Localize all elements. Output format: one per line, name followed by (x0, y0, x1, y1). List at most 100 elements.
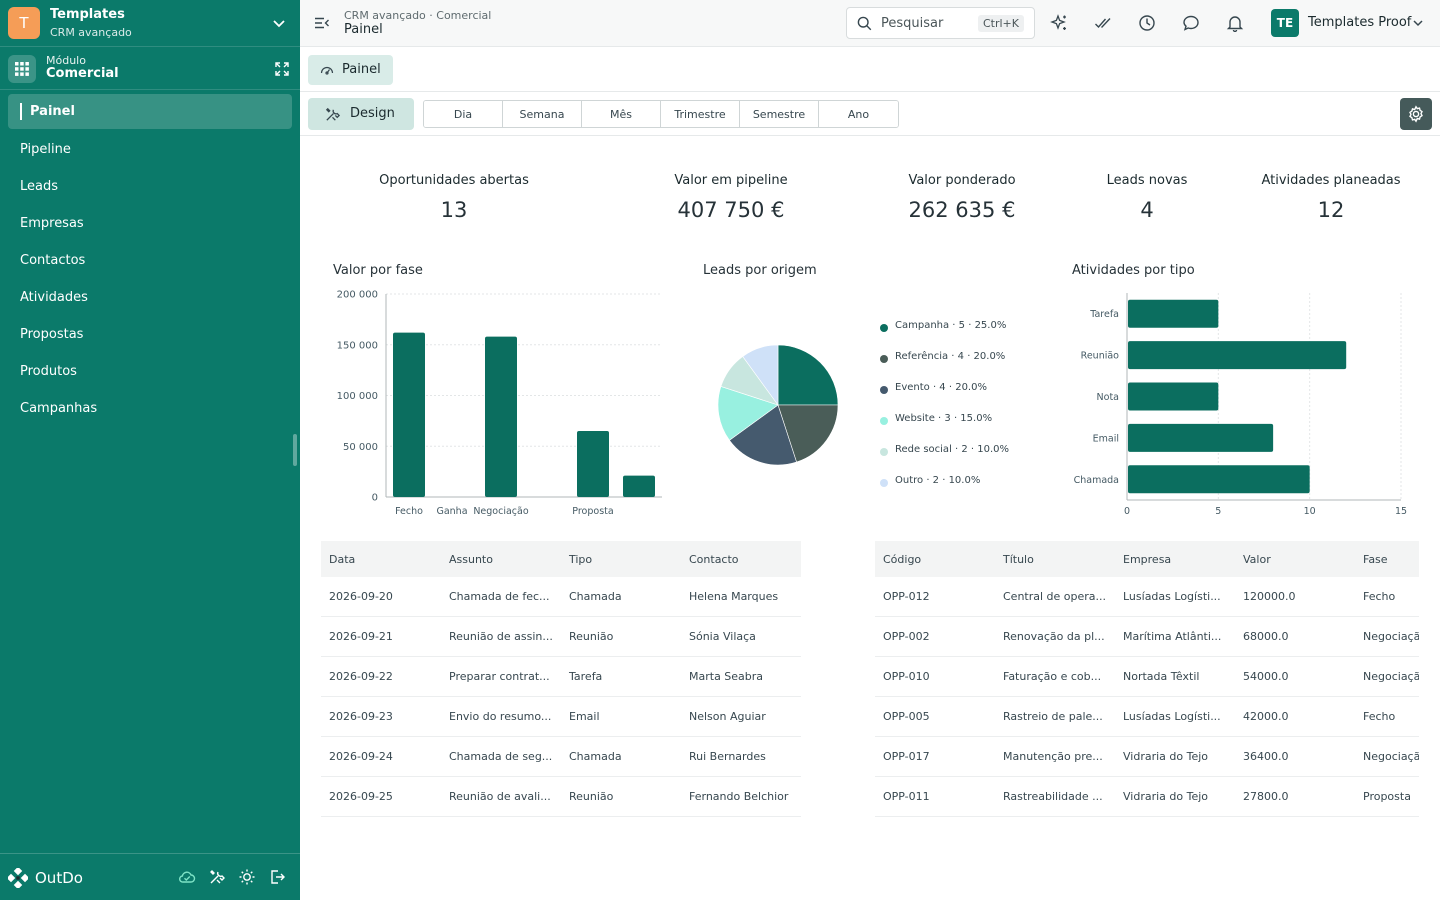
chat-icon[interactable] (1182, 14, 1200, 32)
legend-item: Evento · 4 · 20.0% (880, 382, 1009, 413)
gear-icon (1409, 105, 1423, 123)
period-semana[interactable]: Semana (503, 101, 582, 127)
module-selector[interactable]: Módulo Comercial (0, 48, 300, 90)
table-row[interactable]: OPP-012 Central de opera... Lusíadas Logís… (875, 577, 1419, 617)
bell-icon[interactable] (1226, 14, 1244, 33)
table-row[interactable]: 2026-09-25 Reunião de avali... Reunião Fern… (321, 777, 801, 817)
table-row[interactable]: OPP-010 Faturação e cob... Nortada Têxtil 5… (875, 657, 1419, 697)
sidebar-item-propostas[interactable]: Propostas (8, 316, 292, 353)
page-title: Painel (344, 22, 383, 37)
kpi-label: Oportunidades abertas (379, 173, 529, 188)
sidebar-item-label: Contactos (20, 253, 86, 268)
table-row[interactable]: OPP-005 Rastreio de pale... Lusíadas Logís… (875, 697, 1419, 737)
table-cell: Proposta (1363, 790, 1411, 803)
table-cell: 2026-09-22 (329, 670, 393, 683)
tools-icon[interactable] (208, 868, 226, 886)
sidebar-item-painel[interactable]: Painel (8, 94, 292, 129)
x-tick-label: Fecho (395, 506, 423, 517)
period-semestre[interactable]: Semestre (740, 101, 819, 127)
period-dia[interactable]: Dia (424, 101, 503, 127)
sidebar-item-produtos[interactable]: Produtos (8, 353, 292, 390)
period-mes[interactable]: Mês (582, 101, 661, 127)
sidebar-item-empresas[interactable]: Empresas (8, 205, 292, 242)
column-header[interactable]: Código (875, 541, 995, 577)
table-row[interactable]: OPP-011 Rastreabilidade ... Vidraria do Te… (875, 777, 1419, 817)
bar (1128, 465, 1310, 494)
column-header[interactable]: Assunto (441, 541, 561, 577)
sidebar-item-pipeline[interactable]: Pipeline (8, 131, 292, 168)
sparkles-icon[interactable] (1050, 14, 1068, 32)
column-header[interactable]: Empresa (1115, 541, 1235, 577)
double-check-icon[interactable] (1094, 14, 1112, 32)
table-cell: Fernando Belchior (689, 790, 789, 803)
menu-collapse-icon[interactable] (314, 15, 330, 31)
table-cell: 42000.0 (1243, 710, 1289, 723)
dashboard-icon (320, 66, 334, 75)
y-tick-label: 150 000 (337, 340, 378, 351)
table-cell: 2026-09-21 (329, 630, 393, 643)
legend-swatch (880, 324, 888, 332)
chevron-down-icon (1413, 20, 1423, 27)
kpi-value: 12 (1317, 198, 1345, 222)
x-tick-label: 10 (1304, 506, 1316, 517)
workspace-badge: T (8, 7, 40, 39)
column-header[interactable]: Contacto (681, 541, 801, 577)
avatar: TE (1271, 9, 1299, 37)
sidebar-item-atividades[interactable]: Atividades (8, 279, 292, 316)
table-cell: Faturação e cob... (1003, 670, 1102, 683)
table-row[interactable]: 2026-09-21 Reunião de assin... Reunião Sóni… (321, 617, 801, 657)
table-row[interactable]: OPP-002 Renovação da pl... Marítima Atlânt… (875, 617, 1419, 657)
table-cell: Envio do resumo... (449, 710, 552, 723)
breadcrumb: CRM avançado · Comercial (344, 9, 492, 22)
table-cell: 68000.0 (1243, 630, 1289, 643)
clock-icon[interactable] (1138, 14, 1156, 32)
column-header[interactable]: Tipo (561, 541, 681, 577)
table-row[interactable]: 2026-09-22 Preparar contrat... Tarefa Marta… (321, 657, 801, 697)
sun-icon[interactable] (238, 868, 256, 886)
sidebar-item-campanhas[interactable]: Campanhas (8, 390, 292, 427)
table-row[interactable]: OPP-017 Manutenção pre... Vidraria do Tejo… (875, 737, 1419, 777)
table-header: Código Título Empresa Valor Fase (875, 541, 1419, 577)
table-cell: Reunião (569, 790, 614, 803)
sidebar-item-label: Atividades (20, 290, 88, 305)
logout-icon[interactable] (268, 868, 286, 886)
legend-swatch (880, 448, 888, 456)
table-cell: 2026-09-20 (329, 590, 393, 603)
period-trimestre[interactable]: Trimestre (661, 101, 740, 127)
kpi-label: Valor em pipeline (674, 173, 788, 188)
table-row[interactable]: 2026-09-20 Chamada de fec... Chamada Helena… (321, 577, 801, 617)
sidebar-item-leads[interactable]: Leads (8, 168, 292, 205)
user-name: Templates Proof (1308, 15, 1412, 30)
table-cell: Negociação (1363, 630, 1419, 643)
table-cell: Chamada (569, 750, 622, 763)
kpi-value: 4 (1140, 198, 1154, 222)
bar (1128, 382, 1219, 411)
expand-icon[interactable] (274, 61, 290, 77)
activities-table: Data Assunto Tipo Contacto 2026-09-20 Cha… (321, 541, 801, 817)
column-header[interactable]: Título (995, 541, 1115, 577)
table-cell: OPP-012 (883, 590, 930, 603)
column-header[interactable]: Data (321, 541, 441, 577)
cloud-check-icon[interactable] (178, 868, 196, 886)
legend-swatch (880, 355, 888, 363)
period-ano[interactable]: Ano (819, 101, 898, 127)
sidebar-item-contactos[interactable]: Contactos (8, 242, 292, 279)
sidebar-resize-handle[interactable] (293, 434, 297, 466)
table-cell: Lusíadas Logísti... (1123, 590, 1221, 603)
y-tick-label: Chamada (1074, 475, 1119, 486)
table-row[interactable]: 2026-09-23 Envio do resumo... Email Nelson … (321, 697, 801, 737)
chart-title: Leads por origem (703, 263, 817, 278)
column-header[interactable]: Valor (1235, 541, 1355, 577)
workspace-switcher[interactable]: T Templates CRM avançado (0, 0, 300, 47)
search-input[interactable]: Pesquisar Ctrl+K (846, 7, 1035, 39)
table-cell: Negociação (1363, 670, 1419, 683)
settings-button[interactable] (1400, 98, 1432, 130)
design-button[interactable]: Design (308, 98, 414, 130)
kpi-card: Valor em pipeline 407 750 € (646, 173, 816, 222)
chevron-down-icon[interactable] (270, 14, 288, 32)
legend-label: Referência · 4 · 20.0% (895, 351, 1006, 362)
tab-painel[interactable]: Painel (308, 55, 393, 85)
table-cell: Vidraria do Tejo (1123, 750, 1209, 763)
column-header[interactable]: Fase (1355, 541, 1419, 577)
table-row[interactable]: 2026-09-24 Chamada de seg... Chamada Rui Be… (321, 737, 801, 777)
